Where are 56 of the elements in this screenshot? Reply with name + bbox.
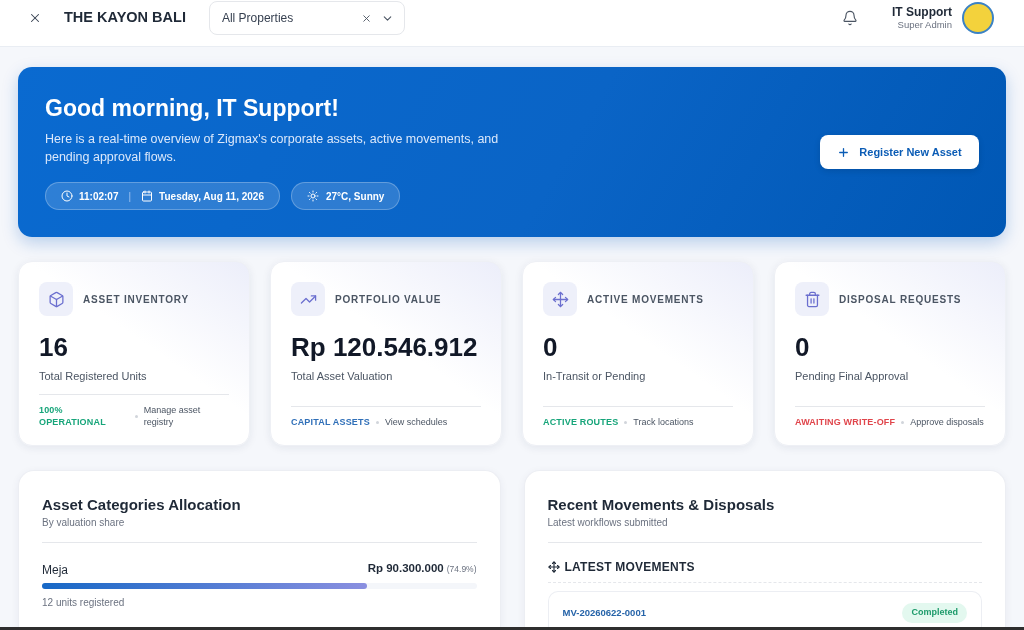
stat-label: ASSET INVENTORY (83, 292, 189, 307)
status-tag: Completed (902, 603, 967, 623)
panel-title: Asset Categories Allocation (42, 495, 242, 515)
plus-icon (837, 145, 851, 159)
status-text: CAPITAL ASSETS (291, 416, 370, 428)
stat-label: PORTFOLIO VALUE (335, 292, 442, 307)
clear-icon[interactable] (360, 12, 372, 24)
status-text: 100% OPERATIONAL (39, 404, 107, 428)
stat-label: DISPOSAL REQUESTS (839, 292, 962, 307)
greeting-heading: Good morning, IT Support! (45, 94, 340, 122)
select-value: All Properties (221, 10, 295, 27)
sun-icon (306, 190, 319, 202)
separator-text: | (128, 189, 132, 204)
stat-value: 16 (39, 332, 69, 362)
footer-link[interactable]: Track locations (633, 416, 694, 428)
units-text: 12 units registered (42, 596, 126, 611)
register-asset-button[interactable]: Register New Asset (820, 135, 979, 169)
section-heading: LATEST MOVEMENTS (564, 560, 695, 574)
footer-link[interactable]: View schedules (384, 416, 448, 428)
avatar[interactable] (962, 2, 994, 34)
weather-text: 27°C, Sunny (325, 189, 385, 204)
move-arrows-icon (547, 561, 560, 573)
stat-value: 0 (543, 332, 559, 362)
app-title: THE KAYON BALI (64, 8, 186, 28)
category-name: Meja (42, 563, 68, 578)
date-text: Tuesday, Aug 11, 2026 (159, 189, 264, 204)
stat-caption: Total Registered Units (39, 369, 148, 384)
clock-icon (61, 190, 73, 202)
box-icon (39, 282, 73, 316)
trash-icon (795, 282, 829, 316)
panel-title: Recent Movements & Disposals (547, 495, 776, 515)
footer-link[interactable]: Manage asset registry (143, 404, 229, 428)
banner-description: Here is a real-time overview of Zigmax's corporate assets, active movements, and pending approval flows. (45, 131, 500, 166)
calendar-icon (141, 190, 154, 202)
notification-bell-icon[interactable] (842, 10, 858, 26)
close-button[interactable] (28, 11, 42, 25)
property-select[interactable]: All Properties (208, 1, 405, 35)
time-text: 11:02:07 (79, 189, 119, 204)
status-text: ACTIVE ROUTES (543, 416, 619, 428)
trend-up-icon (291, 282, 325, 316)
stat-value: Rp 120.546.912 (291, 332, 479, 362)
movement-code[interactable]: MV-20260622-0001 (562, 606, 646, 621)
category-share: (74.9%) (446, 563, 477, 576)
category-amount: Rp 90.300.000 (367, 561, 444, 576)
stat-caption: In-Transit or Pending (543, 369, 647, 384)
footer-link[interactable]: Approve disposals (910, 416, 984, 428)
panel-subtitle: By valuation share (42, 516, 126, 530)
move-arrows-icon (543, 282, 577, 316)
stat-caption: Pending Final Approval (795, 369, 910, 384)
status-text: AWAITING WRITE-OFF (795, 416, 896, 428)
stat-caption: Total Asset Valuation (291, 369, 394, 384)
panel-subtitle: Latest workflows submitted (547, 516, 669, 530)
stat-label: ACTIVE MOVEMENTS (587, 292, 704, 307)
user-name: IT Support (892, 5, 952, 19)
stat-value: 0 (795, 332, 811, 362)
user-role: Super Admin (897, 19, 952, 31)
